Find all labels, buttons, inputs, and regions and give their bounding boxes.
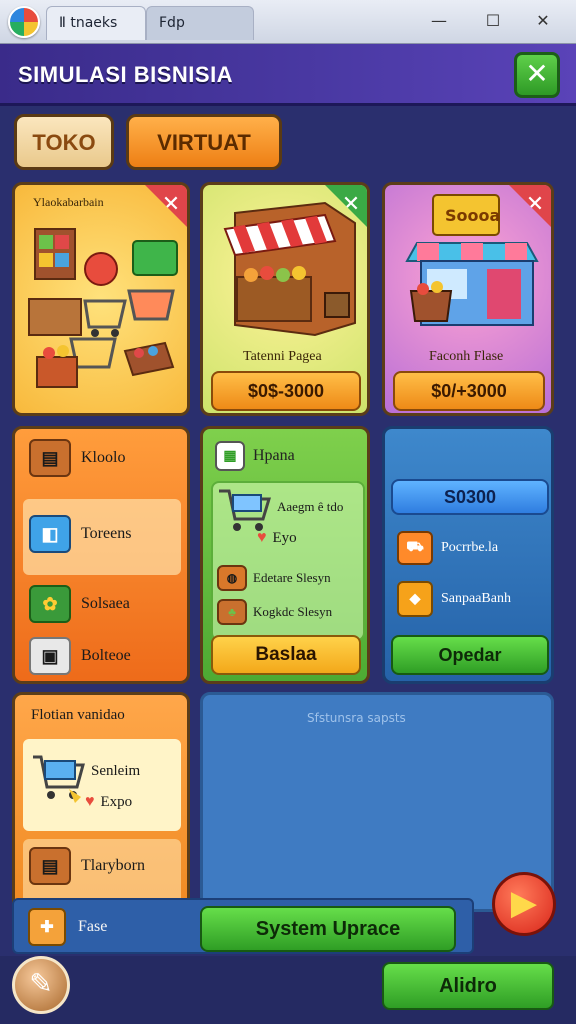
item-label: Aaegm ê tdo — [277, 499, 344, 514]
start-button[interactable]: Baslaa — [211, 635, 361, 675]
list-item[interactable]: ◆ SanpaaBanh — [397, 581, 511, 617]
item-label: Eyo — [272, 529, 297, 546]
cost-button[interactable]: S0300 — [391, 479, 549, 515]
item-label: Toreens — [81, 525, 132, 542]
item-label: Pocrrbe.la — [441, 540, 499, 555]
item-label: Bolteoe — [81, 647, 131, 664]
item-label: Kloolo — [81, 449, 126, 466]
market-stall-card[interactable]: ✕ Tatenni Pagea $0$-3000 — [200, 182, 370, 416]
store-items-card[interactable]: Ylaokabarbain ✕ — [12, 182, 190, 416]
shopping-panel: ▦ Hpana Aaegm ê tdo ♥ Eyo ◍ Edetare Sles… — [200, 426, 370, 684]
package-icon: ◆ — [397, 581, 433, 617]
promotion-panel: Flotian vanidao Senleim ♥ Expo ▤ Tlarybo… — [12, 692, 190, 912]
minimize-icon[interactable]: — — [424, 8, 454, 34]
window-close-icon[interactable]: ✕ — [528, 8, 558, 34]
card-label: Tatenni Pagea — [243, 349, 322, 364]
basket-icon: ◍ — [217, 565, 247, 591]
heart-icon: ♥ — [257, 529, 267, 546]
plant-box-icon: ✿ — [29, 585, 71, 623]
list-item[interactable]: ♥ Expo — [85, 793, 132, 811]
app-logo-icon[interactable] — [8, 6, 40, 38]
item-label: Expo — [100, 793, 133, 810]
phase-text: Fase — [78, 918, 108, 935]
crate-icon: ▤ — [29, 439, 71, 477]
panel-title: ▦ Hpana — [215, 441, 295, 471]
tab-virtual[interactable]: VIRTUAT — [126, 114, 282, 170]
list-item[interactable]: Senleim — [91, 763, 140, 780]
list-item[interactable]: ▤ Tlaryborn — [29, 847, 145, 885]
gift-box-icon: ✚ — [28, 908, 66, 946]
list-item[interactable]: ▣ Bolteoe — [29, 637, 131, 675]
tab-toko[interactable]: TOKO — [14, 114, 114, 170]
cart-icon: ⛟ — [397, 531, 433, 565]
maximize-icon[interactable]: ☐ — [478, 8, 508, 34]
play-arrow-icon[interactable]: ▶ — [492, 872, 556, 936]
item-label: Senleim — [91, 763, 141, 779]
list-item[interactable]: ♥ Eyo — [257, 529, 297, 547]
price-button[interactable]: $0/+3000 — [393, 371, 545, 411]
price-button[interactable]: $0$-3000 — [211, 371, 361, 411]
panel-title: Flotian vanidao — [31, 707, 125, 723]
list-item[interactable]: ◍ Edetare Slesyn — [217, 565, 331, 591]
note-icon: ▦ — [215, 441, 245, 471]
main-action-button[interactable]: Alidro — [382, 962, 554, 1010]
box-icon: ▣ — [29, 637, 71, 675]
list-item[interactable]: ♣ Kogkdc Slesyn — [217, 599, 332, 625]
empty-content-panel: Sfstunsra sapsts — [200, 692, 554, 912]
shopping-cart-icon — [219, 489, 271, 531]
game-header: SIMULASI BISNISIA — [0, 44, 576, 106]
phase-label: ✚ Fase — [28, 908, 107, 946]
shop-front-illustration: Soooa — [405, 194, 539, 326]
page-title: SIMULASI BISNISIA — [18, 62, 234, 87]
panel-title-text: Hpana — [253, 447, 295, 464]
upgrade-panel: S0300 ⛟ Pocrrbe.la ◆ SanpaaBanh Opedar — [382, 426, 554, 684]
list-item[interactable]: ▤ Kloolo — [29, 439, 125, 477]
window-titlebar: Ⅱ tnaeks Fdp — ☐ ✕ — [0, 0, 576, 44]
item-label: Kogkdc Slesyn — [253, 604, 333, 619]
system-upgrade-button[interactable]: System Uprace — [200, 906, 456, 952]
market-stall-illustration — [223, 201, 356, 337]
card-label: Faconh Flase — [429, 349, 504, 364]
list-item[interactable]: Aaegm ê tdo — [277, 499, 343, 515]
shopping-items-illustration — [28, 228, 178, 388]
item-label: Tlaryborn — [81, 857, 145, 874]
heart-icon: ♥ — [85, 793, 95, 810]
crate-icon: ▤ — [29, 847, 71, 885]
item-label: SanpaaBanh — [441, 591, 511, 606]
vegetable-box-icon: ♣ — [217, 599, 247, 625]
placeholder-text: Sfstunsra sapsts — [307, 711, 406, 725]
shop-sign-text: Soooa — [445, 206, 500, 225]
close-game-button[interactable]: ✕ — [514, 52, 560, 98]
cart-goods-icon — [33, 755, 85, 803]
card-label: Ylaokabarbain — [33, 195, 104, 209]
item-label: Solsaea — [81, 595, 130, 612]
cube-icon: ◧ — [29, 515, 71, 553]
update-button[interactable]: Opedar — [391, 635, 549, 675]
list-item[interactable]: ✿ Solsaea — [29, 585, 130, 623]
list-item[interactable]: ⛟ Pocrrbe.la — [397, 531, 498, 565]
browser-tab-2[interactable]: Fdp — [146, 6, 254, 40]
list-item[interactable]: ◧ Toreens — [29, 515, 131, 553]
brush-tool-icon[interactable]: ✎ — [12, 956, 70, 1014]
browser-tab-1[interactable]: Ⅱ tnaeks — [46, 6, 146, 40]
shop-front-card[interactable]: ✕ Soooa Faconh Flase $0/+3000 — [382, 182, 554, 416]
category-panel: ▤ Kloolo ◧ Toreens ✿ Solsaea ▣ Bolteoe — [12, 426, 190, 684]
item-label: Edetare Slesyn — [253, 570, 331, 585]
